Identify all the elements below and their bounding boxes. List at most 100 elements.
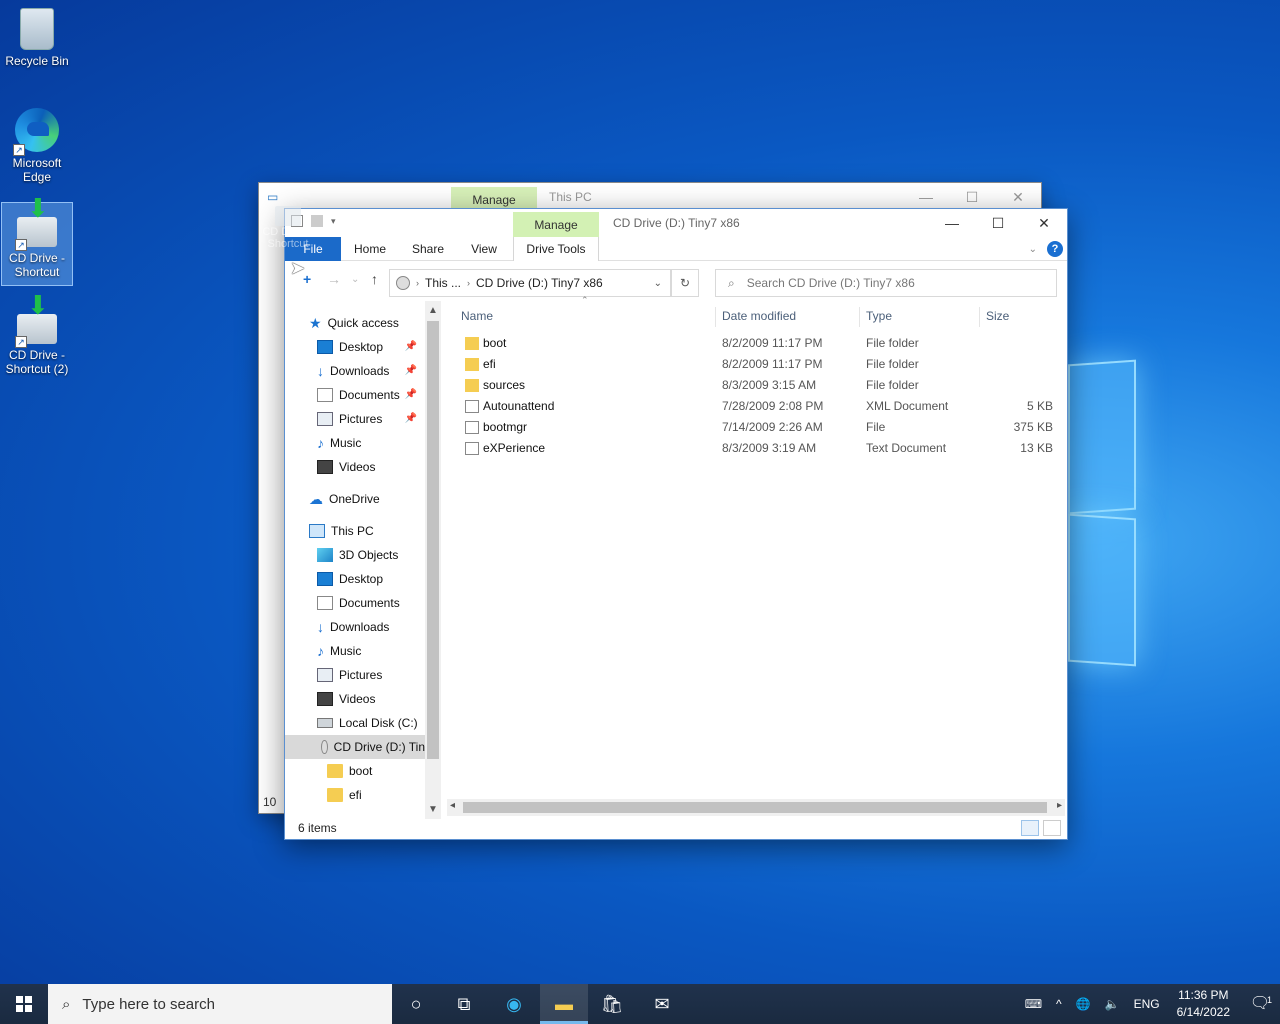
file-row[interactable]: eXPerience 8/3/2009 3:19 AM Text Document 1… xyxy=(461,438,1057,459)
file-type: File folder xyxy=(866,357,919,371)
help-icon[interactable]: ? xyxy=(1047,241,1063,257)
cortana-icon[interactable]: ○ xyxy=(392,984,440,1024)
large-icons-view-icon[interactable] xyxy=(1043,820,1061,836)
pin-icon: 📌 xyxy=(404,389,417,400)
details-view-icon[interactable] xyxy=(1021,820,1039,836)
network-icon[interactable]: 🌐 xyxy=(1069,997,1098,1011)
nav-efi[interactable]: efi xyxy=(327,783,362,807)
nav-label: Desktop xyxy=(339,340,384,354)
scroll-up-icon[interactable]: ▲ xyxy=(428,305,438,316)
volume-icon[interactable]: 🔈 xyxy=(1098,997,1127,1011)
nav-music[interactable]: ♪ Music xyxy=(317,639,361,663)
title-bar[interactable]: ▾ Manage CD Drive (D:) Tiny7 x86 — ☐ ✕ xyxy=(285,209,1067,237)
customize-quick-access-icon[interactable]: ▾ xyxy=(331,216,336,227)
scroll-right-icon[interactable]: ▸ xyxy=(1057,800,1062,811)
nav-local-disk[interactable]: Local Disk (C:) xyxy=(317,711,418,735)
nav-videos-quick[interactable]: Videos xyxy=(317,455,375,479)
minimize-button[interactable]: — xyxy=(903,183,949,211)
taskbar-search[interactable]: ⌕ Type here to search xyxy=(48,984,392,1024)
close-button[interactable]: ✕ xyxy=(1021,209,1067,237)
column-name[interactable]: Name xyxy=(461,309,493,323)
desktop-icon-recycle-bin[interactable]: Recycle Bin xyxy=(1,4,73,78)
explorer-window-cd-drive[interactable]: ▾ Manage CD Drive (D:) Tiny7 x86 — ☐ ✕ F… xyxy=(284,208,1068,840)
pictures-icon xyxy=(317,668,333,682)
scroll-left-icon[interactable]: ◂ xyxy=(450,800,455,811)
column-divider xyxy=(859,307,860,327)
nav-quick-access[interactable]: ★ Quick access xyxy=(309,311,399,335)
nav-downloads[interactable]: ↓ Downloads xyxy=(317,615,389,639)
search-input[interactable]: ⌕ Search CD Drive (D:) Tiny7 x86 xyxy=(715,269,1057,297)
title-bar[interactable]: ▭ Manage This PC — ☐ ✕ xyxy=(259,183,1041,211)
file-explorer-taskbar-icon[interactable]: ▬ xyxy=(540,984,588,1024)
nav-boot[interactable]: boot xyxy=(327,759,372,783)
tab-home[interactable]: Home xyxy=(347,237,393,261)
task-view-icon[interactable]: ⧉ xyxy=(440,984,488,1024)
keyboard-icon[interactable]: ⌨ xyxy=(1018,997,1049,1011)
maximize-button[interactable]: ☐ xyxy=(949,183,995,211)
nav-label: OneDrive xyxy=(329,492,380,506)
file-row[interactable]: sources 8/3/2009 3:15 AM File folder xyxy=(461,375,1057,396)
show-hidden-icons-icon[interactable]: ^ xyxy=(1049,997,1069,1011)
breadcrumb-this-pc[interactable]: This ... xyxy=(425,276,461,290)
desktop-icon-edge[interactable]: ↗ Microsoft Edge xyxy=(1,104,73,190)
nav-this-pc[interactable]: This PC xyxy=(309,519,374,543)
minimize-button[interactable]: — xyxy=(929,209,975,237)
notification-center-button[interactable]: 🗨 1 xyxy=(1240,984,1280,1024)
address-bar[interactable]: › This ... › CD Drive (D:) Tiny7 x86 ⌄ xyxy=(389,269,671,297)
store-icon[interactable]: 🛍 xyxy=(588,984,636,1024)
desktop-icon-cd-shortcut[interactable]: ↗ CD Drive - Shortcut xyxy=(1,201,73,286)
scroll-down-icon[interactable]: ▼ xyxy=(428,804,438,815)
forward-button[interactable]: → xyxy=(327,271,341,287)
language-indicator[interactable]: ENG xyxy=(1127,997,1167,1011)
breadcrumb-cd-drive[interactable]: CD Drive (D:) Tiny7 x86 xyxy=(476,276,603,290)
nav-desktop[interactable]: Desktop xyxy=(317,567,383,591)
column-date-modified[interactable]: Date modified xyxy=(722,309,796,323)
chevron-right-icon: › xyxy=(416,278,419,288)
pictures-icon xyxy=(317,412,333,426)
video-icon xyxy=(317,692,333,706)
maximize-button[interactable]: ☐ xyxy=(975,209,1021,237)
refresh-button[interactable]: ↻ xyxy=(671,269,699,297)
column-type[interactable]: Type xyxy=(866,309,892,323)
up-button[interactable]: ↑ xyxy=(371,271,378,287)
nav-desktop-quick[interactable]: Desktop 📌 xyxy=(317,335,425,359)
tab-view[interactable]: View xyxy=(461,237,507,261)
file-row[interactable]: Autounattend 7/28/2009 2:08 PM XML Documen… xyxy=(461,396,1057,417)
nav-documents-quick[interactable]: Documents 📌 xyxy=(317,383,425,407)
address-dropdown-icon[interactable]: ⌄ xyxy=(654,278,662,289)
file-name: eXPerience xyxy=(483,441,546,455)
file-row[interactable]: bootmgr 7/14/2009 2:26 AM File 375 KB xyxy=(461,417,1057,438)
tab-share[interactable]: Share xyxy=(405,237,451,261)
scrollbar-thumb[interactable] xyxy=(463,802,1047,813)
nav-3d-objects[interactable]: 3D Objects xyxy=(317,543,398,567)
start-button[interactable] xyxy=(0,984,48,1024)
file-row[interactable]: efi 8/2/2009 11:17 PM File folder xyxy=(461,354,1057,375)
recent-locations-button[interactable]: ⌄ xyxy=(351,274,359,285)
nav-videos[interactable]: Videos xyxy=(317,687,375,711)
address-row: + → ⌄ ↑ › This ... › CD Drive (D:) Tiny7… xyxy=(285,261,1067,301)
cd-drive-shortcut-icon xyxy=(275,206,301,226)
file-list: ⌃ Name Date modified Type Size boot 8/2/2… xyxy=(451,295,1063,819)
nav-documents[interactable]: Documents xyxy=(317,591,400,615)
nav-scrollbar[interactable]: ▲ ▼ xyxy=(425,301,441,819)
tab-drive-tools[interactable]: Drive Tools xyxy=(513,237,599,261)
column-size[interactable]: Size xyxy=(986,309,1009,323)
file-row[interactable]: boot 8/2/2009 11:17 PM File folder xyxy=(461,333,1057,354)
nav-pictures[interactable]: Pictures xyxy=(317,663,382,687)
nav-cd-drive[interactable]: CD Drive (D:) Tin xyxy=(285,735,425,759)
nav-music-quick[interactable]: ♪ Music xyxy=(317,431,361,455)
nav-pictures-quick[interactable]: Pictures 📌 xyxy=(317,407,425,431)
desktop-icon-cd-shortcut-2[interactable]: ↗ CD Drive - Shortcut (2) xyxy=(1,298,73,384)
drag-ghost: CD Drive - Shortcut xyxy=(262,206,314,250)
cd-drive-shortcut-icon: ↗ xyxy=(15,201,57,251)
tab-manage[interactable]: Manage xyxy=(513,212,599,237)
nav-downloads-quick[interactable]: ↓ Downloads 📌 xyxy=(317,359,425,383)
horizontal-scrollbar[interactable]: ◂ ▸ xyxy=(447,799,1065,816)
edge-taskbar-icon[interactable]: ◉ xyxy=(490,984,538,1024)
close-button[interactable]: ✕ xyxy=(995,183,1041,211)
clock[interactable]: 11:36 PM 6/14/2022 xyxy=(1167,987,1240,1021)
mail-icon[interactable]: ✉ xyxy=(638,984,686,1024)
scrollbar-thumb[interactable] xyxy=(427,321,439,759)
nav-onedrive[interactable]: ☁ OneDrive xyxy=(309,487,380,511)
expand-ribbon-icon[interactable]: ⌄ xyxy=(1029,244,1037,255)
